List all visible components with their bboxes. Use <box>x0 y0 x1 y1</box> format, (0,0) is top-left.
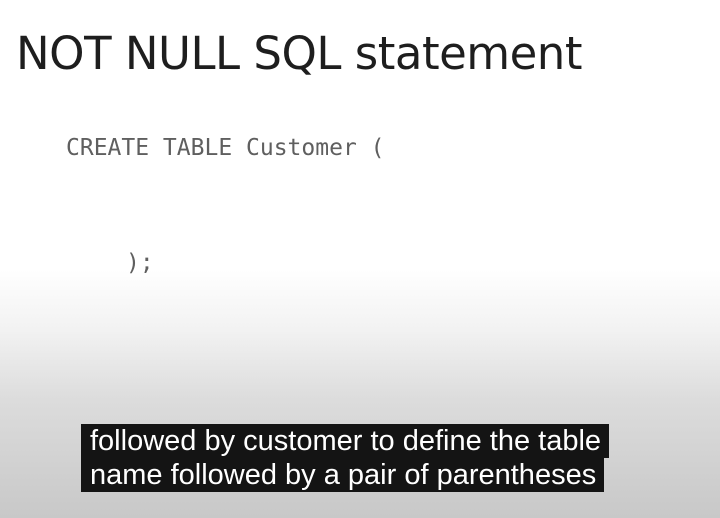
slide-title: NOT NULL SQL statement <box>16 27 582 80</box>
caption-overlay: followed by customer to define the table… <box>81 424 683 492</box>
caption-line-2: name followed by a pair of parentheses <box>81 458 605 492</box>
code-line-closing: ); <box>126 250 154 276</box>
caption-line-1: followed by customer to define the table <box>81 424 610 458</box>
code-line-create-table: CREATE TABLE Customer ( <box>66 135 385 161</box>
slide: NOT NULL SQL statement CREATE TABLE Cust… <box>0 0 720 518</box>
